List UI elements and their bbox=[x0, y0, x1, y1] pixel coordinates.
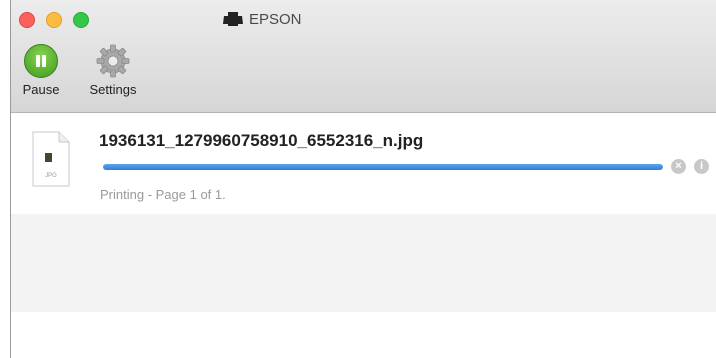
close-window-button[interactable] bbox=[19, 12, 35, 28]
print-job-row[interactable]: JPG 1936131_1279960758910_6552316_n.jpg … bbox=[11, 113, 716, 214]
window-title-text: EPSON bbox=[249, 10, 302, 28]
cancel-job-icon[interactable]: × bbox=[671, 159, 686, 174]
zoom-window-button[interactable] bbox=[73, 12, 89, 28]
job-progress-fill bbox=[103, 164, 663, 170]
job-progress-bar bbox=[103, 164, 663, 170]
minimize-window-button[interactable] bbox=[46, 12, 62, 28]
settings-button[interactable]: Settings bbox=[79, 44, 147, 97]
document-icon: JPG bbox=[31, 131, 71, 187]
pause-button[interactable]: Pause bbox=[14, 44, 68, 97]
toolbar: EPSON Pause Settings bbox=[11, 0, 716, 113]
job-info-icon[interactable]: i bbox=[694, 159, 709, 174]
pause-icon bbox=[24, 44, 58, 78]
printer-icon bbox=[223, 12, 243, 26]
gear-icon bbox=[96, 44, 130, 78]
empty-queue-row bbox=[11, 214, 716, 312]
job-status: Printing - Page 1 of 1. bbox=[100, 187, 226, 202]
job-file-name: 1936131_1279960758910_6552316_n.jpg bbox=[99, 131, 424, 150]
window-title: EPSON bbox=[223, 9, 302, 29]
print-queue-window: EPSON Pause Settings JPG 1936131_1279960… bbox=[10, 0, 716, 358]
file-type-label: JPG bbox=[45, 173, 57, 179]
settings-label: Settings bbox=[89, 82, 137, 97]
pause-label: Pause bbox=[22, 82, 60, 97]
